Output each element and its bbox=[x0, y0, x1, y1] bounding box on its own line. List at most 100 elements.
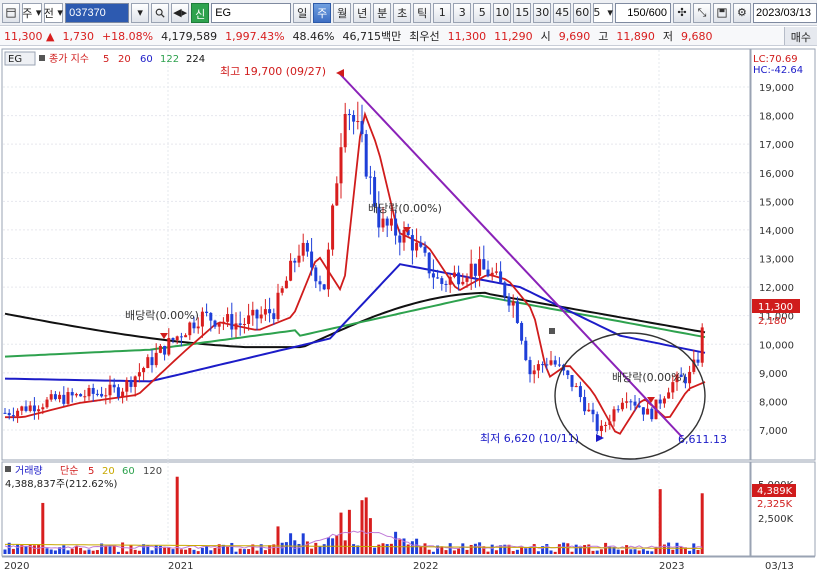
volume-bar bbox=[95, 550, 99, 554]
type-select[interactable]: 주 ▾ bbox=[22, 2, 42, 23]
period-day-button[interactable]: 일 bbox=[293, 2, 312, 23]
candle-body bbox=[608, 421, 612, 425]
candle-body bbox=[667, 392, 671, 399]
candle-body bbox=[515, 301, 519, 323]
interval-select[interactable]: 5 ▾ bbox=[593, 2, 613, 23]
gear-icon[interactable]: ⚙ bbox=[732, 2, 751, 23]
volume-bar bbox=[276, 526, 280, 554]
candle-body bbox=[297, 255, 301, 263]
volume-bar bbox=[247, 549, 251, 554]
volume-info: 4,388,837주(212.62%) bbox=[5, 479, 117, 490]
candle-body bbox=[599, 425, 603, 432]
x-label-2023: 2023 bbox=[659, 561, 684, 572]
trade-amount: 46,715백만 bbox=[342, 30, 402, 43]
volume-legend-marker bbox=[5, 466, 11, 472]
bid2-value: 11,290 bbox=[494, 29, 533, 43]
search-icon[interactable] bbox=[151, 2, 170, 23]
price-tick-label: 18,000 bbox=[759, 112, 794, 123]
candle-body bbox=[125, 379, 129, 392]
volume-bar bbox=[616, 549, 620, 554]
volume-bar bbox=[633, 549, 637, 554]
volume-bar bbox=[116, 551, 120, 554]
volume-bar bbox=[301, 533, 305, 554]
candle-body bbox=[419, 242, 423, 247]
volume-bar bbox=[570, 551, 574, 554]
volume-bar bbox=[444, 550, 448, 554]
candle-body bbox=[301, 242, 305, 256]
interval-3-button[interactable]: 3 bbox=[453, 2, 472, 23]
buy-button[interactable]: 매수 bbox=[783, 27, 817, 45]
volume-ma-label: 단순 bbox=[60, 465, 78, 477]
interval-15-button[interactable]: 15 bbox=[513, 2, 532, 23]
volume-bar bbox=[427, 549, 431, 554]
candle-body bbox=[595, 414, 599, 432]
candle-body bbox=[431, 273, 435, 278]
period-second-button[interactable]: 초 bbox=[393, 2, 412, 23]
volume-tag: 4,389K bbox=[757, 486, 793, 497]
interval-45-button[interactable]: 45 bbox=[553, 2, 572, 23]
stock-chart[interactable]: EG 종가 지수 5 20 60 122 224 LC:70.69 HC:-42… bbox=[0, 47, 817, 574]
volume-bar bbox=[45, 548, 49, 554]
volume-bar bbox=[343, 540, 347, 554]
volume-bar bbox=[566, 543, 570, 554]
interval-30-button[interactable]: 30 bbox=[533, 2, 552, 23]
period-year-button[interactable]: 년 bbox=[353, 2, 372, 23]
candle-body bbox=[360, 121, 364, 135]
candle-body bbox=[532, 370, 536, 375]
candle-body bbox=[158, 345, 162, 353]
candle-body bbox=[213, 320, 217, 327]
volume-tick-2500k: 2,500K bbox=[758, 514, 794, 525]
period-week-button[interactable]: 주 bbox=[313, 2, 332, 23]
candle-body bbox=[494, 271, 498, 273]
volume-bar bbox=[125, 551, 129, 554]
candle-body bbox=[83, 396, 87, 398]
interval-1-button[interactable]: 1 bbox=[433, 2, 452, 23]
volume-bar bbox=[452, 550, 456, 554]
crosshair-icon[interactable]: ✣ bbox=[672, 2, 691, 23]
candle-body bbox=[616, 409, 620, 411]
stock-code-input[interactable] bbox=[65, 2, 130, 23]
candle-body bbox=[394, 218, 398, 236]
bar-count-field[interactable] bbox=[614, 2, 671, 23]
candle-body bbox=[499, 271, 503, 283]
interval-10-button[interactable]: 10 bbox=[493, 2, 512, 23]
volume-bar bbox=[696, 549, 700, 554]
volume-bar bbox=[318, 546, 322, 554]
candle-body bbox=[238, 323, 242, 325]
interval-60-button[interactable]: 60 bbox=[573, 2, 592, 23]
candle-body bbox=[478, 259, 482, 276]
chart-window-icon[interactable] bbox=[2, 2, 20, 23]
volume-bar bbox=[700, 493, 704, 554]
date-field[interactable] bbox=[752, 2, 817, 23]
interval-5-button[interactable]: 5 bbox=[473, 2, 492, 23]
volume-bar bbox=[41, 502, 45, 554]
sound-icon[interactable]: ◀▸ bbox=[171, 2, 190, 23]
volume-bar bbox=[511, 551, 515, 554]
volume-bar bbox=[32, 545, 36, 554]
candle-body bbox=[175, 336, 179, 341]
candle-body bbox=[133, 376, 137, 387]
volume-bar bbox=[532, 544, 536, 554]
period-month-button[interactable]: 월 bbox=[333, 2, 352, 23]
volume-bar bbox=[486, 551, 490, 554]
candle-body bbox=[473, 263, 477, 276]
candle-body bbox=[305, 242, 309, 252]
candle-body bbox=[465, 277, 469, 282]
prev-select[interactable]: 전 ▾ bbox=[43, 2, 64, 23]
candle-body bbox=[385, 218, 389, 226]
ma-period-60: 60 bbox=[140, 54, 153, 65]
volume-bar bbox=[24, 546, 28, 554]
candle-body bbox=[637, 405, 641, 408]
save-icon[interactable] bbox=[712, 2, 731, 23]
draw-tool-icon[interactable]: ⤡ bbox=[692, 2, 711, 23]
volume-bar bbox=[553, 551, 557, 554]
candle-body bbox=[163, 345, 167, 355]
period-minute-button[interactable]: 분 bbox=[373, 2, 392, 23]
stock-name-field[interactable] bbox=[211, 2, 292, 23]
open-label: 시 bbox=[540, 30, 551, 43]
code-dropdown-button[interactable]: ▾ bbox=[131, 2, 150, 23]
volume-value: 4,179,589 bbox=[161, 29, 218, 43]
candle-body bbox=[196, 326, 200, 329]
candle-body bbox=[503, 282, 507, 297]
period-tick-button[interactable]: 틱 bbox=[413, 2, 432, 23]
